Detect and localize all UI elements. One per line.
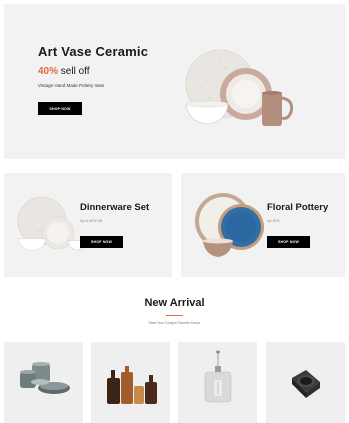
- banner-price: Up 30%: [267, 219, 280, 223]
- product-card[interactable]: [4, 342, 83, 423]
- hero-shop-now-button[interactable]: SHOP NOW: [38, 102, 82, 115]
- floral-pottery-banner: Floral Pottery Up 30% SHOP NOW: [181, 173, 345, 277]
- black-cup-image: [292, 370, 320, 398]
- product-card[interactable]: [91, 342, 170, 423]
- hero-title: Art Vase Ceramic: [38, 44, 149, 59]
- banner-title: Floral Pottery: [267, 202, 329, 213]
- banner-title: Dinnerware Set: [80, 202, 150, 213]
- hero-description: Vintage Hand Made Pottery Vase: [38, 83, 105, 88]
- discount-percent: 40%: [38, 66, 59, 77]
- dinnerware-shop-now-button[interactable]: SHOP NOW: [80, 236, 123, 248]
- product-card[interactable]: [178, 342, 257, 423]
- hero-banner: Art Vase Ceramic 40% sell off Vintage Ha…: [4, 4, 345, 159]
- pendant-lamp-image: [204, 350, 232, 403]
- floral-shop-now-button[interactable]: SHOP NOW: [267, 236, 310, 248]
- discount-suffix: sell off: [58, 66, 90, 77]
- title-underline: [166, 315, 183, 316]
- floral-pottery-image: [195, 193, 264, 257]
- ceramic-dishes-image: [185, 49, 294, 126]
- product-card[interactable]: [266, 342, 345, 423]
- new-arrival-subtitle: Start Your Today's Favorite Decor: [148, 321, 201, 325]
- new-arrival-title: New Arrival: [144, 297, 205, 309]
- wooden-boards-image: [107, 366, 157, 404]
- hero-discount: 40% sell off: [38, 66, 90, 77]
- dinnerware-image: [17, 196, 86, 252]
- dinnerware-banner: Dinnerware Set Up to 40% Off SHOP NOW: [4, 173, 172, 277]
- banner-price: Up to 40% Off: [80, 219, 102, 223]
- stacked-bowls-image: [20, 362, 70, 394]
